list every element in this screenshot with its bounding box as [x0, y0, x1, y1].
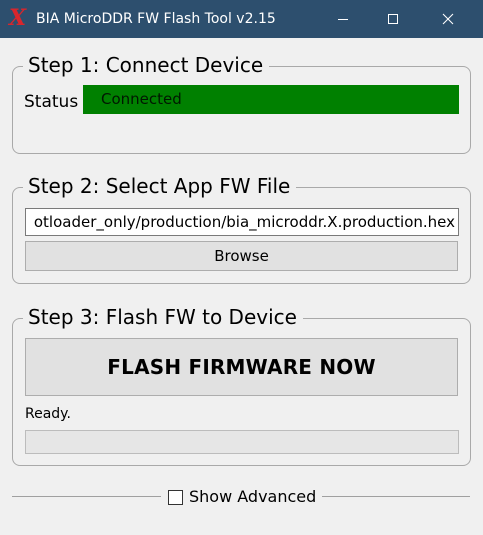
minimize-icon — [338, 19, 348, 20]
step2-legend: Step 2: Select App FW File — [23, 173, 297, 199]
separator-right — [322, 496, 470, 497]
step3-legend: Step 3: Flash FW to Device — [23, 304, 303, 330]
firmware-path-input[interactable]: otloader_only/production/bia_microddr.X.… — [25, 208, 459, 236]
firmware-path-text: otloader_only/production/bia_microddr.X.… — [33, 213, 455, 231]
show-advanced-label: Show Advanced — [189, 487, 317, 506]
flash-status-text: Ready. — [25, 406, 71, 422]
show-advanced-checkbox[interactable] — [168, 489, 183, 505]
maximize-button[interactable] — [370, 0, 416, 38]
status-label: Status — [24, 92, 79, 112]
window-title: BIA MicroDDR FW Flash Tool v2.15 — [36, 11, 276, 27]
show-advanced-toggle[interactable]: Show Advanced — [168, 487, 316, 507]
app-logo-icon: X — [9, 5, 27, 31]
title-bar: X BIA MicroDDR FW Flash Tool v2.15 — [0, 0, 483, 38]
browse-button[interactable]: Browse — [25, 241, 458, 271]
flash-firmware-button[interactable]: FLASH FIRMWARE NOW — [25, 338, 458, 396]
maximize-icon — [388, 14, 398, 24]
separator-left — [12, 496, 161, 497]
close-icon — [442, 13, 454, 25]
connection-status-indicator: Connected — [83, 85, 459, 114]
close-button[interactable] — [425, 0, 471, 38]
step1-legend: Step 1: Connect Device — [23, 52, 270, 78]
flash-progress-bar — [25, 430, 459, 454]
minimize-button[interactable] — [320, 0, 366, 38]
